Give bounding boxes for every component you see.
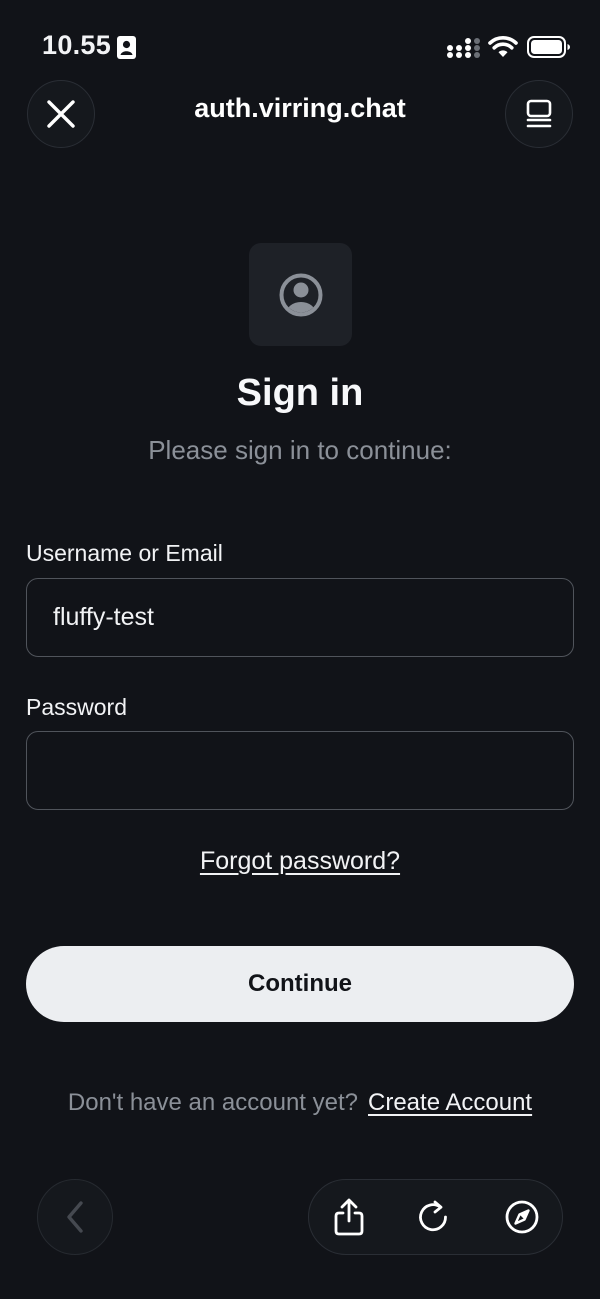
cellular-signal-icon xyxy=(447,38,480,58)
tabs-button[interactable] xyxy=(505,80,573,148)
reload-button[interactable] xyxy=(403,1180,463,1253)
signup-row: Don't have an account yet? Create Account xyxy=(0,1089,600,1117)
reload-icon xyxy=(419,1200,447,1231)
share-icon xyxy=(334,1198,364,1235)
page-title: Sign in xyxy=(236,372,364,414)
forgot-password-link[interactable]: Forgot password? xyxy=(0,847,600,876)
back-button[interactable] xyxy=(37,1179,113,1255)
page-subtitle: Please sign in to continue: xyxy=(148,435,452,465)
create-account-link[interactable]: Create Account xyxy=(368,1089,532,1116)
password-field[interactable] xyxy=(26,731,574,810)
chevron-left-icon xyxy=(67,1201,83,1233)
continue-button[interactable]: Continue xyxy=(26,946,574,1022)
share-button[interactable] xyxy=(319,1180,379,1253)
avatar xyxy=(249,243,352,346)
browser-toolbar xyxy=(308,1179,563,1255)
status-bar: 10.55 xyxy=(0,0,600,96)
compass-button[interactable] xyxy=(492,1180,552,1253)
username-label: Username or Email xyxy=(26,540,223,566)
user-circle-icon xyxy=(279,273,322,316)
battery-icon xyxy=(527,36,570,58)
password-label: Password xyxy=(26,694,127,720)
focus-badge-icon xyxy=(117,36,136,59)
signup-prompt: Don't have an account yet? xyxy=(67,1089,358,1116)
status-time: 10.55 xyxy=(42,30,112,60)
auth-screen: 10.55 auth.virring.chat Sign in Please s… xyxy=(0,0,600,1299)
username-field[interactable] xyxy=(26,578,574,657)
tabs-icon xyxy=(526,99,552,128)
wifi-icon xyxy=(488,36,518,57)
compass-icon xyxy=(505,1200,539,1233)
